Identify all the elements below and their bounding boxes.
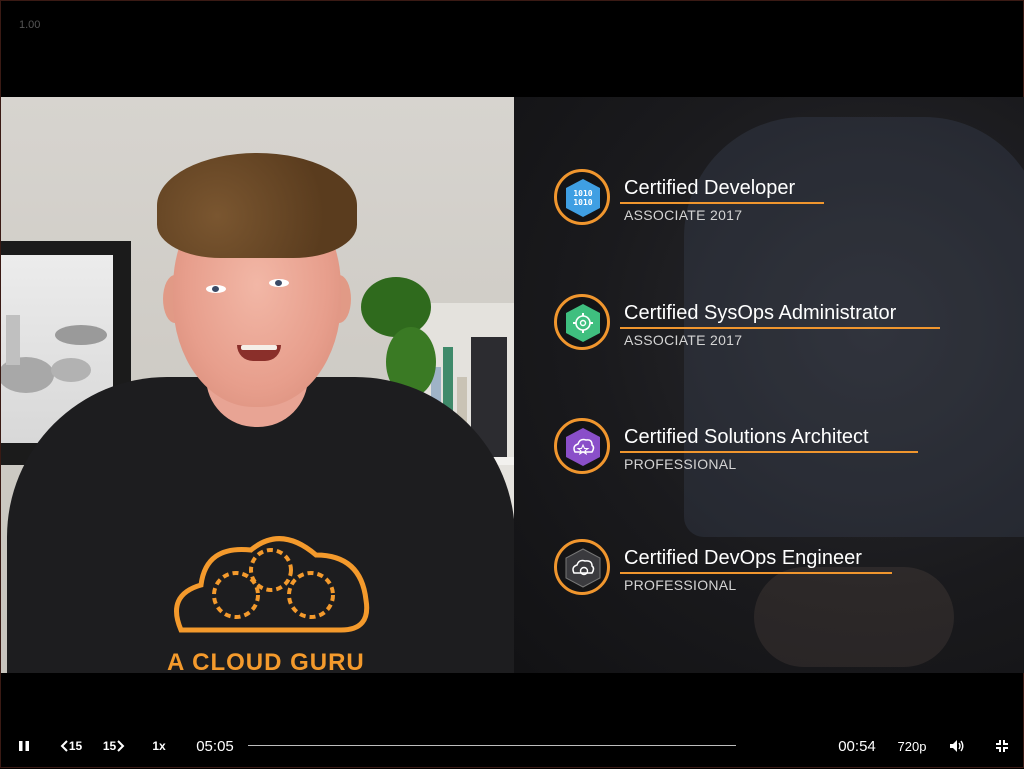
right-eye (269, 279, 289, 287)
cloud-gear-icon (565, 548, 601, 588)
gear-icon (566, 304, 600, 342)
speed-label: 1x (152, 739, 166, 753)
certification-title: Certified Developer (624, 177, 796, 199)
certification-title: Certified Solutions Architect (624, 426, 869, 448)
svg-text:1010: 1010 (573, 189, 592, 198)
progress-bar[interactable] (248, 745, 736, 746)
certification-title: Certified SysOps Administrator (624, 302, 897, 324)
rewind-15-button[interactable]: 15 (56, 723, 86, 769)
exit-fullscreen-icon (996, 740, 1008, 752)
binary-code-icon: 1010 1010 (566, 179, 600, 217)
title-underline (620, 572, 892, 574)
rewind-chevron-icon (60, 740, 68, 752)
remaining-time-text: 00:54 (838, 737, 876, 755)
cloud-logo-print (174, 536, 370, 633)
certification-item: 1010 1010 Certified Developer ASSOCIATE … (554, 169, 994, 231)
rewind-label: 15 (68, 739, 83, 753)
title-underline (620, 327, 940, 329)
playback-speed-button[interactable]: 1x (146, 723, 172, 769)
quality-label: 720p (897, 738, 927, 754)
hair (157, 153, 357, 258)
certification-level: PROFESSIONAL (624, 577, 737, 593)
certification-item: Certified SysOps Administrator ASSOCIATE… (554, 294, 994, 356)
forward-chevron-icon (117, 740, 125, 752)
pause-button[interactable] (11, 723, 37, 769)
certification-level: ASSOCIATE 2017 (624, 332, 743, 348)
video-player[interactable]: 1.00 A CLOUD GURU 1010 1010 Certified De… (0, 0, 1024, 768)
volume-icon (950, 740, 964, 752)
certification-item: Certified DevOps Engineer PROFESSIONAL (554, 539, 994, 601)
svg-text:1010: 1010 (573, 198, 592, 207)
volume-button[interactable] (945, 723, 969, 769)
tshirt-brand-text: A CLOUD GURU (167, 649, 365, 673)
presenter-scene: A CLOUD GURU (1, 97, 514, 673)
elapsed-time: 05:05 (191, 723, 239, 769)
playback-rate-readout: 1.00 (19, 19, 41, 31)
forward-15-button[interactable]: 15 (99, 723, 129, 769)
badge-ring (554, 418, 610, 474)
elapsed-time-text: 05:05 (196, 737, 234, 755)
cloud-star-icon (566, 428, 600, 466)
certification-item: Certified Solutions Architect PROFESSION… (554, 418, 994, 480)
video-frame[interactable]: A CLOUD GURU 1010 1010 Certified Develop… (1, 97, 1024, 673)
presenter: A CLOUD GURU (1, 97, 514, 673)
exit-fullscreen-button[interactable] (989, 723, 1015, 769)
badge-ring (554, 539, 610, 595)
certification-level: PROFESSIONAL (624, 456, 737, 472)
pause-icon (19, 741, 29, 751)
remaining-time: 00:54 (833, 723, 881, 769)
badge-ring (554, 294, 610, 350)
quality-button[interactable]: 720p (894, 723, 930, 769)
title-underline (620, 451, 918, 453)
badge-ring: 1010 1010 (554, 169, 610, 225)
certification-level: ASSOCIATE 2017 (624, 207, 743, 223)
certifications-panel: 1010 1010 Certified Developer ASSOCIATE … (514, 97, 1024, 673)
certification-title: Certified DevOps Engineer (624, 547, 862, 569)
player-controls: 15 15 1x 05:05 00:54 720p (1, 723, 1024, 769)
title-underline (620, 202, 824, 204)
left-eye (206, 285, 226, 293)
forward-label: 15 (102, 739, 117, 753)
